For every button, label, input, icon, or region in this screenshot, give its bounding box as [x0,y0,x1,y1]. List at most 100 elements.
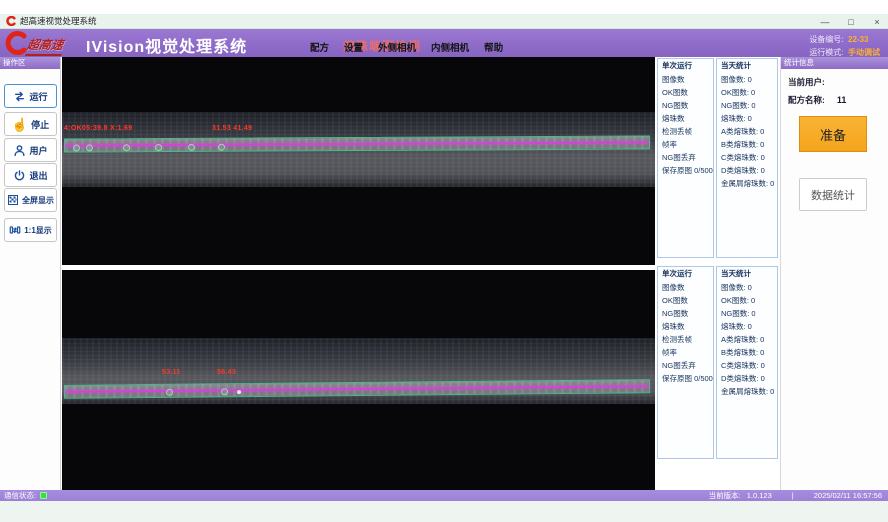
stat-row: 图像数 [662,281,713,294]
app-logo-icon [6,16,16,26]
stat-row: NG图丢弃 [662,359,713,372]
stat-row: B类熔珠数: 0 [721,138,777,151]
stat-row: D类熔珠数: 0 [721,164,777,177]
current-user-label: 当前用户: [788,77,825,87]
prepare-button[interactable]: 准备 [799,116,867,152]
window-titlebar: 超高速视觉处理系统 — □ × [0,14,888,29]
camera-view-outer: 4:OK05:39.8 X:1.69 31.53 41.49 [62,57,655,265]
stop-button[interactable]: ☝ 停止 [4,112,57,136]
header-info: 设备编号: 22-33 运行模式: 手动调试 [809,32,880,58]
camera-image-outer: 4:OK05:39.8 X:1.69 31.53 41.49 [62,112,655,187]
daily-stats-title: 当天统计 [721,269,777,279]
stat-row: 熔珠数 [662,320,713,333]
bead-marker [218,144,225,151]
datetime-value: 2025/02/11 16:57:56 [814,491,882,500]
user-button-label: 用户 [29,144,47,157]
daily-stats-group: 当天统计 图像数: 0OK图数: 0NG图数: 0熔珠数: 0A类熔珠数: 0B… [716,266,778,459]
status-divider: | [792,491,794,500]
stat-row: NG图数 [662,307,713,320]
menu-item[interactable]: 配方 [310,40,329,54]
user-button[interactable]: 用户 [4,138,57,162]
app-window: 超高速视觉处理系统 — □ × 超高速 IVision视觉处理系统 熔珠端面检测… [0,0,888,522]
fullscreen-button-label: 全屏显示 [22,195,54,206]
menu-item[interactable]: 设置 [344,40,363,54]
bead-marker [86,144,93,151]
bead-marker [188,144,195,151]
app-title: IVision视觉处理系统 [86,33,247,57]
stat-row: 金属屑熔珠数: 0 [721,177,777,190]
camera-view-inner: 53.11 56.43 [62,270,655,490]
version-value: 1.0.123 [747,491,772,500]
stat-row: A类熔珠数: 0 [721,125,777,138]
bead-highlight [237,390,241,394]
daily-stats-group: 当天统计 图像数: 0OK图数: 0NG图数: 0熔珠数: 0A类熔珠数: 0B… [716,58,778,258]
stat-row: 熔珠数: 0 [721,112,777,125]
stat-row: OK图数 [662,294,713,307]
stat-row: OK图数 [662,86,713,99]
detection-box [64,135,650,152]
info-panel-title: 统计信息 [781,57,888,69]
one-to-one-button[interactable]: 1:1显示 [4,218,57,242]
fullscreen-button[interactable]: 全屏显示 [4,188,57,212]
single-run-title: 单次运行 [662,61,713,71]
comm-status-label: 通信状态: [4,490,36,501]
window-controls: — □ × [818,14,884,29]
detection-annotation: 31.53 41.49 [212,125,252,132]
bead-marker [123,144,130,151]
metal-strip [65,380,649,398]
menu-bar: 配方 设置 外侧相机 内侧相机 帮助 [310,40,503,54]
run-button[interactable]: 运行 [4,84,57,108]
exit-button[interactable]: 退出 [4,163,57,187]
window-title: 超高速视觉处理系统 [20,15,97,27]
stat-row: OK图数: 0 [721,294,777,307]
stats-panel-inner: 单次运行 图像数OK图数NG图数熔珠数检测丢帧帧率NG图丢弃保存原图 0/500… [657,266,778,459]
exit-button-label: 退出 [29,169,47,182]
detection-box [64,379,650,399]
one-to-one-icon [9,224,21,236]
single-run-group: 单次运行 图像数OK图数NG图数熔珠数检测丢帧帧率NG图丢弃保存原图 0/500 [657,58,714,258]
camera-image-inner: 53.11 56.43 [62,338,655,404]
stat-row: 保存原图 0/500 [662,164,713,177]
recipe-name-value: 11 [837,95,847,105]
laser-line [65,385,649,393]
stat-row: NG图数 [662,99,713,112]
device-number-value: 22-33 [848,35,868,44]
metal-strip [65,136,649,151]
close-button[interactable]: × [870,17,884,27]
stat-row: C类熔珠数: 0 [721,151,777,164]
run-mode-label: 运行模式: [809,48,843,57]
measurement-value: 53.11 [162,369,181,376]
stat-row: A类熔珠数: 0 [721,333,777,346]
stat-row: 图像数: 0 [721,281,777,294]
detection-annotation: 4:OK05:39.8 X:1.69 [64,125,132,132]
stat-row: 熔珠数: 0 [721,320,777,333]
stat-row: NG图数: 0 [721,307,777,320]
one-to-one-button-label: 1:1显示 [24,225,52,236]
stat-row: NG图数: 0 [721,99,777,112]
menu-item[interactable]: 帮助 [484,40,503,54]
single-run-title: 单次运行 [662,269,713,279]
stat-row: 图像数 [662,73,713,86]
sidebar-title: 操作区 [0,57,60,69]
maximize-button[interactable]: □ [844,17,858,27]
brand-name: 超高速 [25,36,65,56]
laser-line [65,141,649,147]
stat-row: 熔珠数 [662,112,713,125]
menu-item[interactable]: 外侧相机 [378,40,416,54]
daily-stats-title: 当天统计 [721,61,777,71]
recipe-name-label: 配方名称: [788,95,825,105]
stat-row: OK图数: 0 [721,86,777,99]
app-header: 超高速 IVision视觉处理系统 熔珠端面检测 配方设置外侧相机内侧相机帮助 … [0,29,888,57]
menu-item[interactable]: 内侧相机 [431,40,469,54]
bead-marker [73,144,80,151]
statistics-info-panel: 统计信息 当前用户: 配方名称: 11 准备 数据统计 [780,57,888,490]
minimize-button[interactable]: — [818,17,832,27]
stat-row: 检测丢帧 [662,125,713,138]
status-bar: 通信状态: 当前版本: 1.0.123 | 2025/02/11 16:57:5… [0,490,888,501]
stat-row: 金属屑熔珠数: 0 [721,385,777,398]
stat-row: 保存原图 0/500 [662,372,713,385]
stop-button-label: 停止 [31,118,49,131]
stat-row: 帧率 [662,138,713,151]
stats-panel-outer: 单次运行 图像数OK图数NG图数熔珠数检测丢帧帧率NG图丢弃保存原图 0/500… [657,58,778,258]
data-statistics-button[interactable]: 数据统计 [799,178,867,211]
